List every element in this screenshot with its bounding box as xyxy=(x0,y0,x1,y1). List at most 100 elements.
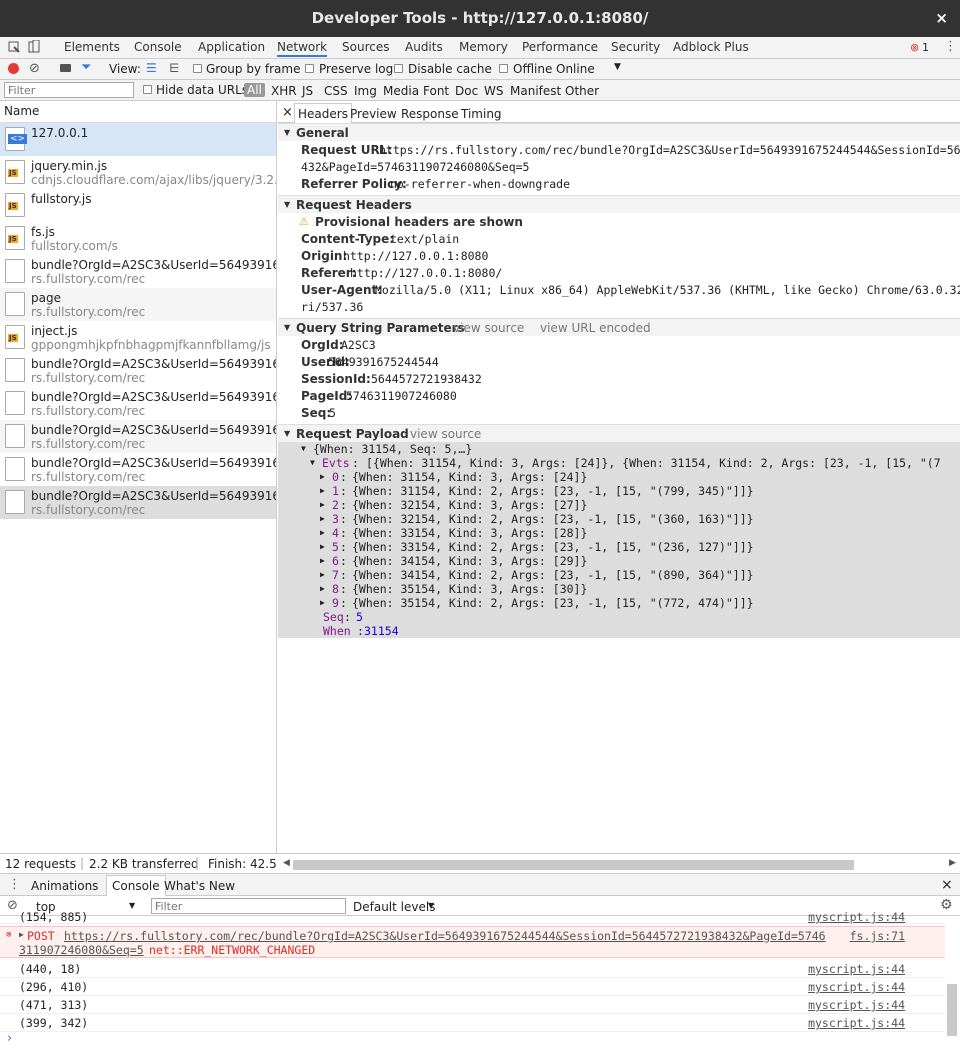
request-row[interactable]: bundle?OrgId=A2SC3&UserId=5649391675...r… xyxy=(0,354,276,387)
evt-colon: : xyxy=(340,568,347,582)
request-row[interactable]: 127.0.0.1 xyxy=(0,123,276,156)
request-row[interactable]: inject.jsgppongmhjkpfnbhagpmjfkannfbllam… xyxy=(0,321,276,354)
request-row[interactable]: bundle?OrgId=A2SC3&UserId=5649391675...r… xyxy=(0,387,276,420)
close-window-button[interactable]: × xyxy=(935,0,948,37)
horizontal-scrollbar[interactable] xyxy=(293,860,854,870)
drawer-tab-whats-new[interactable]: What's New xyxy=(164,879,235,893)
expand-triangle-icon[interactable]: ▶ xyxy=(320,486,325,495)
expand-triangle-icon[interactable]: ▶ xyxy=(320,556,325,565)
request-row[interactable]: fullstory.js xyxy=(0,189,276,222)
drawer-menu-icon[interactable]: ⋮ xyxy=(8,877,21,892)
scroll-right-icon[interactable]: ▶ xyxy=(949,858,956,868)
expand-triangle-icon[interactable]: ▶ xyxy=(320,472,325,481)
console-source-link[interactable]: fs.js:71 xyxy=(850,929,905,943)
type-filter-ws[interactable]: WS xyxy=(484,84,503,98)
waterfall-icon[interactable]: ⋿ xyxy=(169,61,179,75)
expand-triangle-icon[interactable]: ▶ xyxy=(320,570,325,579)
chevron-down-icon[interactable]: ▼ xyxy=(614,62,621,72)
tab-elements[interactable]: Elements xyxy=(64,40,120,54)
offline-checkbox[interactable] xyxy=(499,64,508,73)
expand-triangle-icon[interactable]: ▶ xyxy=(320,500,325,509)
name-column-header[interactable]: Name xyxy=(0,101,276,123)
tab-response[interactable]: Response xyxy=(401,107,459,121)
tab-headers[interactable]: Headers xyxy=(294,103,352,124)
more-menu-icon[interactable]: ⋮ xyxy=(944,39,957,54)
payload-view-source-link[interactable]: view source xyxy=(410,427,481,441)
camera-icon[interactable] xyxy=(60,64,71,72)
type-filter-css[interactable]: CSS xyxy=(324,84,348,98)
group-by-frame-checkbox[interactable] xyxy=(193,64,202,73)
record-icon[interactable] xyxy=(8,63,19,74)
request-payload-section-header[interactable]: ▼ Request Payload view source xyxy=(278,424,960,442)
tab-network[interactable]: Network xyxy=(277,40,328,57)
error-url-link-continued[interactable]: 311907246080&Seq=5 xyxy=(19,943,144,957)
tab-timing[interactable]: Timing xyxy=(461,107,502,121)
tab-adblock-plus[interactable]: Adblock Plus xyxy=(673,40,749,54)
expand-triangle-icon[interactable]: ▶ xyxy=(19,930,24,939)
view-url-encoded-link[interactable]: view URL encoded xyxy=(540,321,651,335)
close-drawer-icon[interactable]: × xyxy=(941,877,953,893)
large-rows-icon[interactable]: ☰ xyxy=(146,61,157,75)
levels-chevron-icon[interactable]: ▼ xyxy=(428,901,434,910)
expand-triangle-icon[interactable]: ▶ xyxy=(320,542,325,551)
request-headers-section-header[interactable]: ▼ Request Headers xyxy=(278,195,960,213)
view-source-link[interactable]: view source xyxy=(453,321,524,335)
type-filter-other[interactable]: Other xyxy=(565,84,599,98)
tab-audits[interactable]: Audits xyxy=(405,40,443,54)
console-source-link[interactable]: myscript.js:44 xyxy=(808,998,905,1012)
filter-icon[interactable]: ⏷ xyxy=(81,60,91,75)
type-filter-font[interactable]: Font xyxy=(423,84,449,98)
type-filter-manifest[interactable]: Manifest xyxy=(510,84,561,98)
expand-triangle-icon[interactable]: ▶ xyxy=(320,584,325,593)
type-filter-all[interactable]: All xyxy=(244,83,265,97)
error-url-link[interactable]: https://rs.fullstory.com/rec/bundle?OrgI… xyxy=(64,929,826,943)
console-source-link[interactable]: myscript.js:44 xyxy=(808,962,905,976)
request-row[interactable]: bundle?OrgId=A2SC3&UserId=5649391675...r… xyxy=(0,255,276,288)
type-filter-media[interactable]: Media xyxy=(383,84,419,98)
console-prompt[interactable]: › xyxy=(7,1031,12,1046)
type-filter-img[interactable]: Img xyxy=(354,84,377,98)
type-filter-doc[interactable]: Doc xyxy=(455,84,478,98)
tab-sources[interactable]: Sources xyxy=(342,40,389,54)
error-count[interactable]: 1 xyxy=(922,41,929,54)
expand-triangle-icon[interactable]: ▶ xyxy=(320,528,325,537)
drawer-tab-animations[interactable]: Animations xyxy=(31,879,98,893)
expand-triangle-icon[interactable]: ▼ xyxy=(301,444,306,453)
drawer-tab-console[interactable]: Console xyxy=(106,875,166,897)
close-details-icon[interactable]: × xyxy=(282,105,293,120)
console-source-link[interactable]: myscript.js:44 xyxy=(808,1016,905,1030)
type-filter-xhr[interactable]: XHR xyxy=(271,84,297,98)
request-row[interactable]: bundle?OrgId=A2SC3&UserId=5649391675...r… xyxy=(0,486,276,519)
console-source-link[interactable]: myscript.js:44 xyxy=(808,910,905,924)
file-icon xyxy=(5,391,25,415)
expand-triangle-icon[interactable]: ▶ xyxy=(320,598,325,607)
clear-icon[interactable]: ⊘ xyxy=(29,61,40,76)
expand-triangle-icon[interactable]: ▶ xyxy=(320,514,325,523)
request-row[interactable]: jquery.min.jscdnjs.cloudflare.com/ajax/l… xyxy=(0,156,276,189)
hide-data-urls-checkbox[interactable] xyxy=(143,85,152,94)
preserve-log-checkbox[interactable] xyxy=(305,64,314,73)
request-row[interactable]: fs.jsfullstory.com/s xyxy=(0,222,276,255)
request-row[interactable]: bundle?OrgId=A2SC3&UserId=5649391675...r… xyxy=(0,420,276,453)
filter-input[interactable] xyxy=(4,82,134,98)
inspect-element-icon[interactable] xyxy=(8,41,20,53)
tab-console[interactable]: Console xyxy=(134,40,182,54)
scroll-left-icon[interactable]: ◀ xyxy=(283,858,290,868)
general-section-header[interactable]: ▼ General xyxy=(278,123,960,141)
request-row[interactable]: bundle?OrgId=A2SC3&UserId=5649391675...r… xyxy=(0,453,276,486)
tab-memory[interactable]: Memory xyxy=(459,40,508,54)
throttle-select[interactable]: Online xyxy=(556,62,595,76)
tab-security[interactable]: Security xyxy=(611,40,660,54)
console-vertical-scrollbar[interactable] xyxy=(947,984,957,1036)
expand-triangle-icon[interactable]: ▼ xyxy=(310,458,315,467)
tab-performance[interactable]: Performance xyxy=(522,40,598,54)
query-string-section-header[interactable]: ▼ Query String Parameters view source view … xyxy=(278,318,960,336)
type-filter-js[interactable]: JS xyxy=(302,84,313,98)
console-source-link[interactable]: myscript.js:44 xyxy=(808,980,905,994)
request-row[interactable]: page rs.fullstory.com/rec xyxy=(0,288,276,321)
context-chevron-icon[interactable]: ▼ xyxy=(129,901,135,910)
device-toolbar-icon[interactable] xyxy=(28,40,40,54)
tab-preview[interactable]: Preview xyxy=(350,107,397,121)
disable-cache-checkbox[interactable] xyxy=(394,64,403,73)
tab-application[interactable]: Application xyxy=(198,40,265,54)
